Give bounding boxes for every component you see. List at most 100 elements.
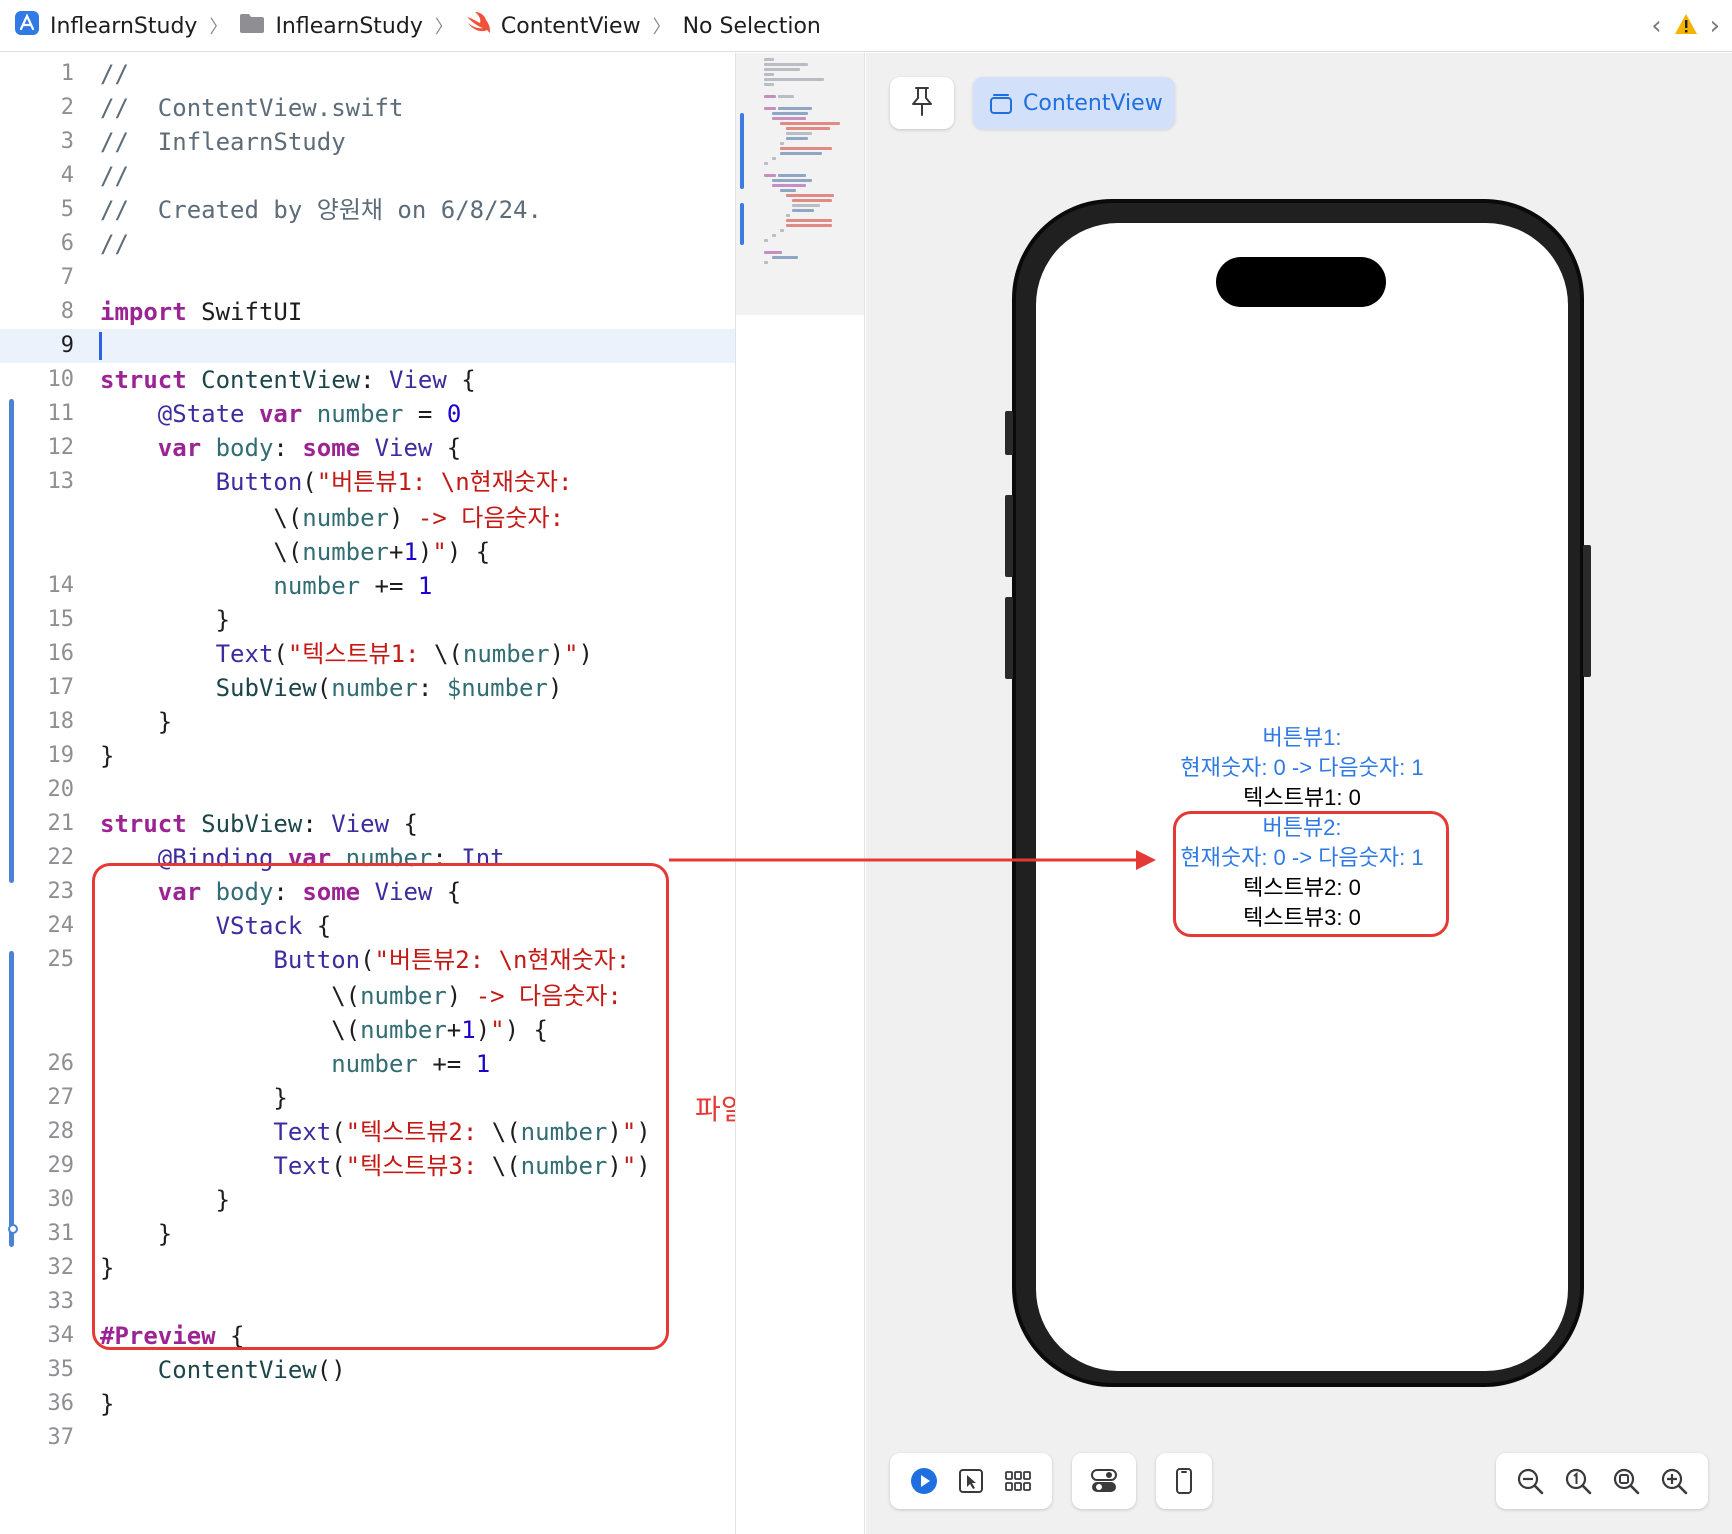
breadcrumb-label: InflearnStudy xyxy=(275,13,423,39)
code-line[interactable]: 10 struct ContentView: View { xyxy=(0,363,735,397)
code-line[interactable]: 2// ContentView.swift xyxy=(0,91,735,125)
minimap-change-indicator xyxy=(740,203,744,245)
zoom-out-icon[interactable] xyxy=(1512,1463,1548,1499)
code-line[interactable]: 18 } xyxy=(0,705,735,739)
line-number: 25 xyxy=(47,947,75,972)
breadcrumb: InflearnStudy 〉 InflearnStudy 〉 ContentV… xyxy=(14,9,821,43)
code-line[interactable]: 21 struct SubView: View { xyxy=(0,807,735,841)
line-number: 17 xyxy=(47,675,75,700)
line-number: 36 xyxy=(47,1391,75,1416)
device-side-button xyxy=(1583,545,1591,677)
breadcrumb-label: ContentView xyxy=(500,13,641,39)
line-number: 6 xyxy=(60,231,74,256)
zoom-in-icon[interactable] xyxy=(1656,1463,1692,1499)
play-icon[interactable] xyxy=(906,1463,942,1499)
code-line[interactable]: 1// xyxy=(0,57,735,91)
line-number: 8 xyxy=(60,299,74,324)
code-line[interactable]: 17 SubView(number: $number) xyxy=(0,671,735,705)
line-number: 22 xyxy=(47,845,75,870)
line-number: 34 xyxy=(47,1323,75,1348)
device-side-button xyxy=(1005,411,1013,455)
breadcrumb-item-file[interactable]: ContentView xyxy=(465,11,641,41)
preview-button-1-line1[interactable]: 버튼뷰1: xyxy=(1036,723,1568,753)
code-line[interactable]: 14 number += 1 xyxy=(0,569,735,603)
line-number: 13 xyxy=(47,469,75,494)
line-number: 30 xyxy=(47,1187,75,1212)
line-number: 37 xyxy=(47,1425,75,1450)
code-line[interactable]: 8 import SwiftUI xyxy=(0,295,735,329)
breadcrumb-label: No Selection xyxy=(682,13,821,39)
breadcrumb-item-symbol[interactable]: No Selection xyxy=(683,14,821,39)
zoom-actual-icon[interactable] xyxy=(1560,1463,1596,1499)
text-cursor xyxy=(99,332,102,360)
code-line[interactable]: 7 xyxy=(0,261,735,295)
pin-preview-button[interactable] xyxy=(890,77,954,129)
code-line[interactable]: 13 Button("버튼뷰1: \n현재숫자: xyxy=(0,465,735,499)
simulator-screen: 버튼뷰1: 현재숫자: 0 -> 다음숫자: 1 텍스트뷰1: 0 버튼뷰2: … xyxy=(1036,223,1568,1371)
code-line[interactable]: 16 Text("텍스트뷰1: \(number)") xyxy=(0,637,735,671)
minimap-change-indicator xyxy=(740,113,744,189)
zoom-fit-icon[interactable] xyxy=(1608,1463,1644,1499)
preview-canvas[interactable]: ContentView 버튼뷰1: 현재숫자: 0 -> 다음숫자: 1 텍스트… xyxy=(866,53,1732,1534)
line-number: 31 xyxy=(47,1221,75,1246)
app-icon xyxy=(14,10,40,42)
issue-navigator: ‹ › xyxy=(1651,9,1720,43)
device-settings-button[interactable] xyxy=(1156,1453,1212,1509)
code-line[interactable]: 19} xyxy=(0,739,735,773)
code-line[interactable]: 12 var body: some View { xyxy=(0,431,735,465)
chevron-left-icon[interactable]: ‹ xyxy=(1651,13,1661,39)
code-line[interactable]: \(number+1)") { xyxy=(0,535,735,569)
pin-icon xyxy=(909,86,935,120)
line-number: 18 xyxy=(47,709,75,734)
line-number: 1 xyxy=(60,61,74,86)
code-line[interactable]: 6// xyxy=(0,227,735,261)
preview-stack-icon xyxy=(990,94,1012,114)
device-icon xyxy=(1166,1463,1202,1499)
select-icon[interactable] xyxy=(953,1463,989,1499)
line-number: 12 xyxy=(47,435,75,460)
folder-icon xyxy=(239,12,265,40)
swift-icon xyxy=(465,11,491,41)
line-number: 24 xyxy=(47,913,75,938)
line-number: 2 xyxy=(60,95,74,120)
warning-icon[interactable] xyxy=(1674,13,1698,39)
code-line[interactable]: 36} xyxy=(0,1387,735,1421)
code-line[interactable]: 15 } xyxy=(0,603,735,637)
code-line[interactable]: 20 xyxy=(0,773,735,807)
code-line[interactable]: 5// Created by 양원채 on 6/8/24. xyxy=(0,193,735,227)
jump-bar: InflearnStudy 〉 InflearnStudy 〉 ContentV… xyxy=(0,0,1732,52)
chevron-right-icon[interactable]: › xyxy=(1710,13,1720,39)
breadcrumb-separator: 〉 xyxy=(652,17,671,38)
line-number: 15 xyxy=(47,607,75,632)
breadcrumb-label: InflearnStudy xyxy=(50,13,198,39)
line-number: 14 xyxy=(47,573,75,598)
breadcrumb-separator: 〉 xyxy=(209,17,228,38)
code-line[interactable]: \(number) -> 다음숫자: xyxy=(0,501,735,535)
line-number: 19 xyxy=(47,743,75,768)
source-editor[interactable]: 1// 2// ContentView.swift 3// InflearnSt… xyxy=(0,53,735,1534)
preview-tab-contentview[interactable]: ContentView xyxy=(973,77,1175,129)
code-line[interactable]: 3// InflearnStudy xyxy=(0,125,735,159)
preview-button-1-line2[interactable]: 현재숫자: 0 -> 다음숫자: 1 xyxy=(1036,753,1568,783)
line-number: 32 xyxy=(47,1255,75,1280)
code-line-current[interactable]: 9 xyxy=(0,329,735,363)
breadcrumb-separator: 〉 xyxy=(434,17,453,38)
code-line[interactable]: 35 ContentView() xyxy=(0,1353,735,1387)
breadcrumb-item-project[interactable]: InflearnStudy xyxy=(14,10,197,42)
minimap[interactable] xyxy=(735,53,865,1534)
variants-button[interactable] xyxy=(1072,1453,1136,1509)
zoom-controls xyxy=(1496,1453,1708,1509)
code-line[interactable]: 4// xyxy=(0,159,735,193)
code-line[interactable]: 37 xyxy=(0,1421,735,1455)
line-number: 27 xyxy=(47,1085,75,1110)
device-frame: 버튼뷰1: 현재숫자: 0 -> 다음숫자: 1 텍스트뷰1: 0 버튼뷰2: … xyxy=(1005,199,1591,1387)
line-number: 3 xyxy=(60,129,74,154)
code-line[interactable]: 11 @State var number = 0 xyxy=(0,397,735,431)
line-number: 5 xyxy=(60,197,74,222)
device-side-button xyxy=(1005,597,1013,679)
line-number: 16 xyxy=(47,641,75,666)
breadcrumb-item-folder[interactable]: InflearnStudy xyxy=(239,12,423,40)
line-number: 23 xyxy=(47,879,75,904)
line-number: 4 xyxy=(60,163,74,188)
grid-icon[interactable] xyxy=(1000,1463,1036,1499)
